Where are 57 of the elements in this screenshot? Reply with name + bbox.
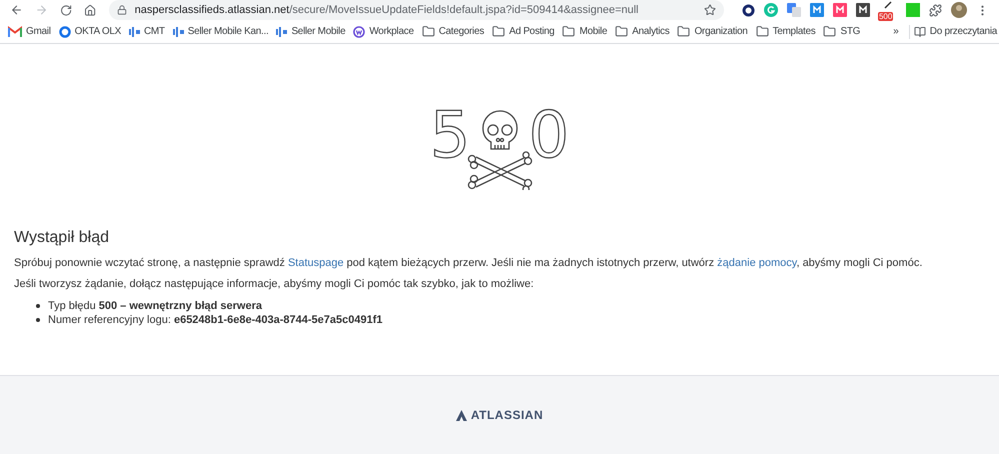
error-message: Spróbuj ponownie wczytać stronę, a następnie sprawdź Statuspage pod kątem bieżących przerw. Jeśli nie ma żadnych istotnych przerw, utwórz żądanie pomocy, abyśmy mogli Ci pomóc.	[14, 257, 924, 270]
error-title: Wystąpił błąd	[14, 228, 110, 248]
help-link[interactable]: Statuspage	[288, 257, 344, 269]
reload-icon[interactable]	[60, 4, 72, 16]
square-icon[interactable]	[856, 3, 870, 17]
url-text: naspersclassifieds.atlassian.net/secure/MoveIssueUpdateFields!default.jspa?id=509414&assignee=null	[134, 2, 639, 18]
ring-icon	[58, 26, 71, 38]
badge-extension[interactable]: 500	[878, 1, 897, 19]
bars-icon	[128, 26, 140, 36]
folder-icon	[823, 25, 836, 38]
avatar-icon[interactable]	[950, 2, 967, 18]
folder-icon	[615, 25, 628, 38]
puzzle-icon[interactable]	[928, 4, 942, 16]
mail-icon	[8, 26, 22, 37]
bookmark[interactable]: Categories	[422, 24, 484, 39]
workplace-icon	[353, 26, 366, 38]
home-icon[interactable]	[84, 4, 97, 16]
count-badge: 500	[878, 12, 894, 21]
folder-icon	[492, 25, 506, 38]
bookmark[interactable]: Seller Mobile Kan...	[172, 24, 268, 39]
bookmark[interactable]: CMT	[128, 24, 165, 39]
atlassian-logo-icon	[456, 410, 467, 420]
help-link[interactable]: żądanie pomocy	[717, 257, 796, 269]
address-bar[interactable]: naspersclassifieds.atlassian.net/secure/MoveIssueUpdateFields!default.jspa?id=509414&assignee=null	[108, 0, 724, 20]
bookmark[interactable]: Workplace	[353, 24, 414, 39]
back-icon[interactable]	[10, 3, 24, 17]
bookmark[interactable]: OKTA OLX	[58, 24, 121, 39]
lock-icon	[116, 5, 127, 15]
bookmark[interactable]: STG	[823, 24, 860, 39]
bookmark[interactable]: Mobile	[562, 24, 608, 39]
error-digit: 5	[430, 106, 470, 166]
bookmark[interactable]: Seller Mobile	[276, 24, 346, 39]
bullet-icon	[36, 318, 40, 322]
bullet-icon	[36, 304, 40, 308]
bookmark[interactable]: Analytics	[615, 24, 670, 39]
reading-list-button[interactable]: Do przeczytania	[914, 24, 999, 39]
error-detail: Numer referencyjny logu: e65248b1-6e8e-403a-8744-5e7a5c0491f1	[48, 313, 383, 327]
error-digit: 0	[528, 106, 570, 166]
ring-icon[interactable]	[742, 4, 755, 16]
bookmark-star-icon[interactable]	[704, 4, 716, 16]
bars-icon	[276, 26, 288, 36]
bookmark[interactable]: Ad Posting	[492, 24, 554, 39]
translate-icon[interactable]	[786, 3, 801, 17]
error-detail: Typ błędu 500 – wewnętrzny błąd serwera	[48, 299, 262, 313]
folder-icon	[562, 25, 576, 38]
folder-icon	[677, 25, 690, 38]
folder-icon	[756, 25, 769, 38]
pen-icon	[884, 1, 892, 9]
more-bookmarks-button[interactable]: »	[887, 24, 905, 39]
bookmark[interactable]: Organization	[677, 24, 748, 39]
bookmark[interactable]: Gmail	[8, 24, 51, 39]
bars-icon	[172, 26, 184, 36]
reading-list-icon	[914, 26, 926, 38]
error-message: Jeśli tworzysz żądanie, dołącz następujące informacje, abyśmy mogli Ci pomóc tak szybko, jak to możliwe:	[14, 278, 535, 291]
atlassian-wordmark: ATLASSIAN	[470, 407, 544, 424]
bookmark[interactable]: Templates	[756, 24, 816, 39]
folder-icon	[422, 25, 435, 38]
